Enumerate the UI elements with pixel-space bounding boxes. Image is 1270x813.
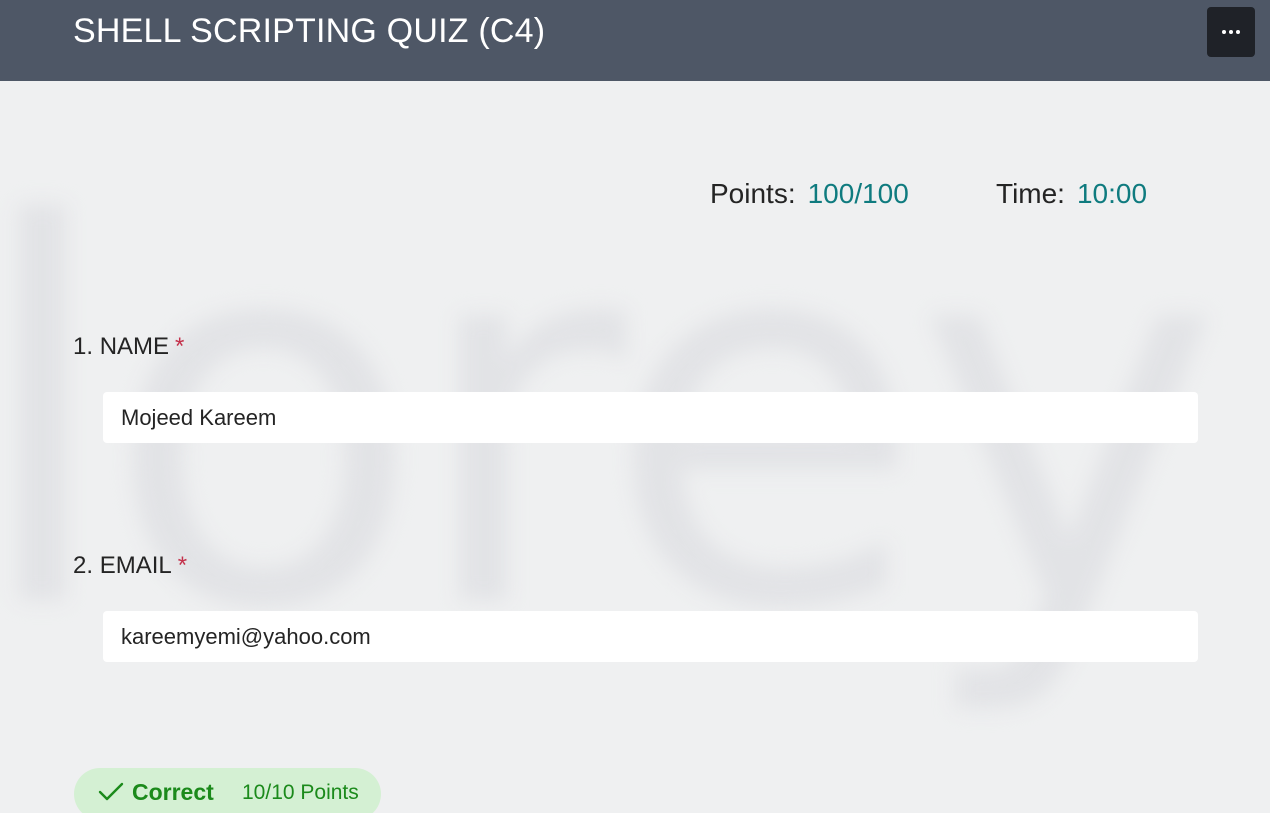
more-options-button[interactable]: [1207, 7, 1255, 57]
required-marker: *: [177, 552, 188, 579]
question-number: 1.: [73, 333, 94, 360]
email-input[interactable]: [103, 611, 1198, 662]
required-marker: *: [175, 333, 185, 360]
points-summary: Points: 100/100: [710, 178, 909, 210]
quiz-title: SHELL SCRIPTING QUIZ (C4): [73, 12, 546, 50]
question-2-label: 2. EMAIL *: [73, 552, 187, 580]
points-label: Points:: [710, 178, 796, 209]
points-value: 100/100: [807, 178, 909, 209]
time-value: 10:00: [1076, 178, 1148, 209]
more-dots-icon: [1222, 30, 1226, 34]
time-label: Time:: [996, 178, 1065, 209]
result-status: Correct: [132, 779, 214, 805]
result-badge: Correct 10/10 Points: [74, 768, 381, 813]
header-bar: SHELL SCRIPTING QUIZ (C4): [0, 0, 1270, 81]
result-points: 10/10 Points: [242, 781, 359, 804]
question-title: NAME: [99, 333, 170, 360]
name-input[interactable]: [103, 392, 1198, 443]
checkmark-icon: [98, 782, 124, 801]
question-title: EMAIL: [99, 552, 172, 579]
question-number: 2.: [73, 552, 94, 579]
question-1-label: 1. NAME *: [73, 333, 184, 361]
time-summary: Time: 10:00: [996, 178, 1147, 210]
